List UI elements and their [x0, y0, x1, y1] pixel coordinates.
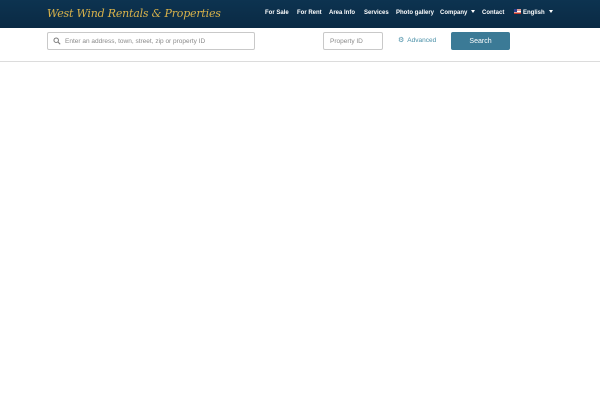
- nav-photo-gallery[interactable]: Photo gallery: [396, 0, 434, 28]
- chevron-down-icon: [471, 10, 476, 13]
- chevron-down-icon: [548, 10, 553, 13]
- nav-company-label: Company: [440, 10, 468, 16]
- uk-flag-icon: [514, 9, 521, 14]
- advanced-label: Advanced: [407, 37, 437, 44]
- top-navbar: West Wind Rentals & Properties For Sale …: [0, 0, 600, 28]
- nav-for-rent[interactable]: For Rent: [297, 0, 322, 28]
- property-id-field[interactable]: [323, 32, 383, 50]
- nav-services[interactable]: Services: [364, 0, 389, 28]
- property-id-input[interactable]: [330, 33, 380, 49]
- nav-language-label: English: [523, 10, 545, 16]
- address-search-field[interactable]: [47, 32, 255, 50]
- nav-area-info[interactable]: Area Info: [329, 0, 355, 28]
- search-bar: ⚙Advanced Search: [0, 28, 600, 62]
- nav-company[interactable]: Company: [440, 0, 476, 28]
- address-search-input[interactable]: [65, 33, 251, 49]
- nav-for-sale[interactable]: For Sale: [265, 0, 289, 28]
- advanced-search-link[interactable]: ⚙ Advanced: [398, 34, 436, 48]
- site-logo[interactable]: West Wind Rentals & Properties: [47, 4, 221, 24]
- nav-contact[interactable]: Contact: [482, 0, 504, 28]
- nav-language[interactable]: English: [514, 0, 553, 28]
- gear-icon: ⚙: [398, 37, 405, 44]
- search-button[interactable]: Search: [451, 32, 510, 50]
- search-icon: [53, 37, 61, 45]
